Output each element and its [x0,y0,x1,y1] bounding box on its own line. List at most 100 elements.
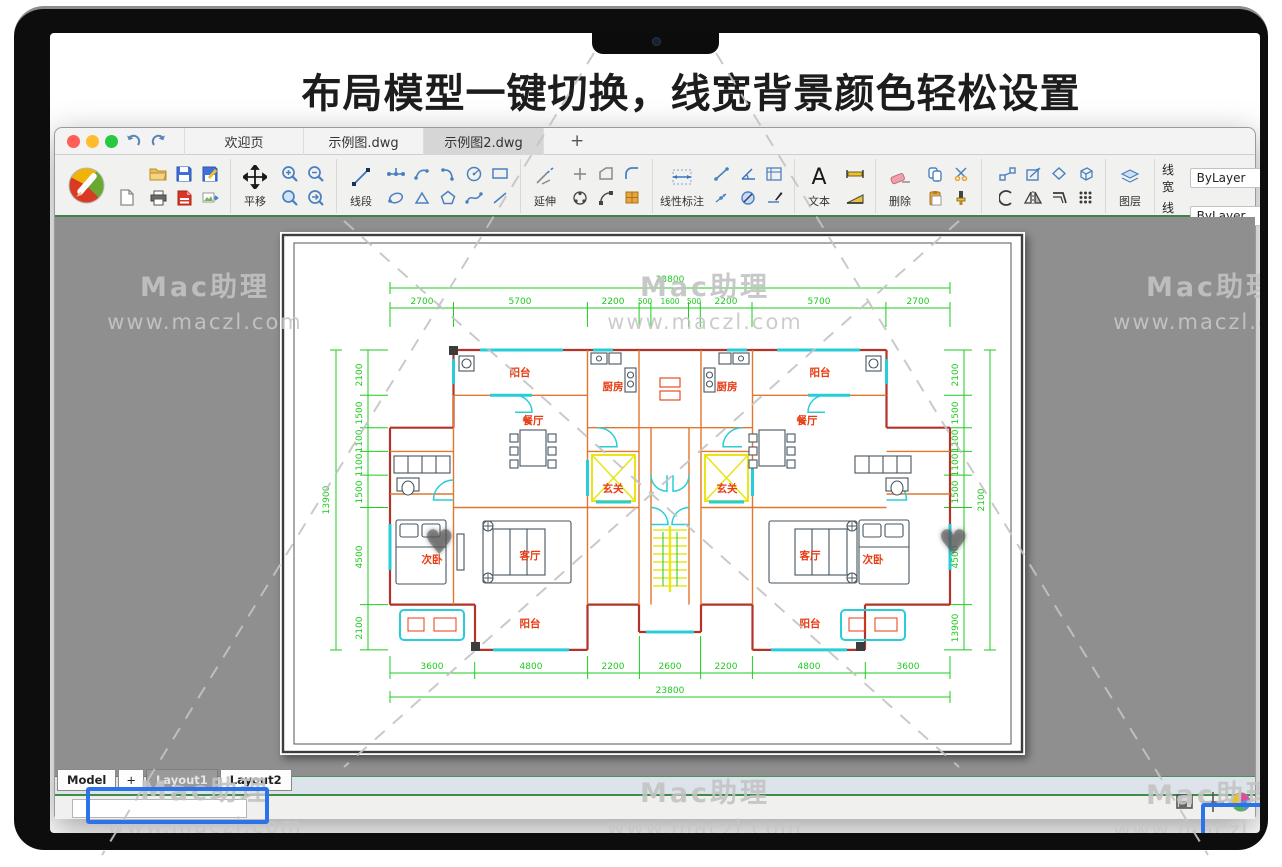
polyline-icon[interactable] [383,162,409,186]
svg-text:次卧: 次卧 [863,553,884,566]
print-icon[interactable] [145,186,171,210]
tab-drawing-1[interactable]: 示例图.dwg [304,128,424,155]
cut-icon[interactable] [948,162,974,186]
diameter-dim-icon[interactable] [735,186,761,210]
doors [434,395,907,524]
polyline-edit-icon[interactable] [994,186,1020,210]
command-input[interactable] [72,799,247,818]
viewport-icon[interactable] [1175,793,1195,811]
zoom-window-icon[interactable] [277,186,303,210]
linear-dim-tool[interactable]: 线性标注 [660,162,704,209]
join-icon[interactable] [994,162,1020,186]
add-layout-button[interactable]: + [118,769,144,791]
new-file-icon[interactable] [114,186,140,210]
linewidth-dropdown[interactable]: ByLayer ▼ [1190,168,1260,188]
chamfer-icon[interactable] [593,162,619,186]
svg-text:1100: 1100 [355,429,365,452]
box-3d-icon[interactable] [1072,162,1098,186]
undo-icon[interactable] [122,131,144,151]
line-style-group: 线宽 ByLayer ▼ 线型 ByLayer ▼ [1155,159,1260,213]
offset-icon[interactable] [1046,186,1072,210]
svg-text:客厅: 客厅 [799,549,821,562]
trim-icon[interactable] [567,162,593,186]
svg-text:1500: 1500 [355,401,365,424]
export-pdf-icon[interactable] [171,186,197,210]
zoom-in-icon[interactable] [277,162,303,186]
text-label: 文本 [808,193,830,209]
linear-dim-icon [669,162,695,192]
angular-dim-icon[interactable] [735,162,761,186]
color-wheel-icon[interactable] [1231,792,1251,812]
copy-icon[interactable] [922,162,948,186]
svg-text:1100: 1100 [951,429,961,452]
drawing-canvas[interactable]: 23800 2700 5700 2200 500 1600 500 2200 5… [55,217,1255,776]
polar-array-icon[interactable] [567,186,593,210]
text-icon: A [811,162,826,192]
arc-3pt-icon[interactable] [409,162,435,186]
array-dots-icon[interactable] [1072,186,1098,210]
spline-icon[interactable] [461,186,487,210]
polygon-icon[interactable] [435,186,461,210]
new-tab-button[interactable]: + [570,131,584,151]
line-tool[interactable]: 线段 [344,162,378,209]
close-button[interactable] [67,135,80,148]
extend-icon [534,162,556,192]
extend-tool[interactable]: 延伸 [528,162,562,209]
circle-icon[interactable] [461,162,487,186]
horizontal-ruler-icon[interactable] [842,162,868,186]
page-title: 布局模型一键切换，线宽背景颜色轻松设置 [50,61,1260,119]
delete-tool[interactable]: 删除 [883,162,917,209]
svg-text:1500: 1500 [951,401,961,424]
path-array-icon[interactable] [593,186,619,210]
maximize-button[interactable] [105,135,118,148]
save-as-icon[interactable] [197,162,223,186]
rotate-icon[interactable] [1046,162,1072,186]
save-icon[interactable] [171,162,197,186]
svg-text:玄关: 玄关 [603,482,624,495]
open-file-icon[interactable] [145,162,171,186]
layout-tab-layout1[interactable]: Layout1 [146,769,218,791]
svg-text:玄关: 玄关 [717,482,738,495]
baseline-dim-icon[interactable] [761,162,787,186]
ray-icon[interactable] [487,186,513,210]
mirror-icon[interactable] [1020,186,1046,210]
svg-text:1100: 1100 [355,453,365,476]
crosshair-icon[interactable] [1202,792,1224,812]
fillet-icon[interactable] [619,162,645,186]
svg-text:2200: 2200 [602,662,625,672]
modify-group [982,159,1106,213]
export-image-icon[interactable] [197,186,223,210]
text-tool[interactable]: A 文本 [802,162,836,209]
rectangle-icon[interactable] [487,162,513,186]
scale-icon[interactable] [1020,162,1046,186]
pan-tool[interactable]: 平移 [238,162,272,209]
redo-icon[interactable] [148,131,170,151]
draw-group: 线段 [337,159,521,213]
paste-icon[interactable] [922,186,948,210]
tab-welcome[interactable]: 欢迎页 [184,128,304,155]
drawing-paper: 23800 2700 5700 2200 500 1600 500 2200 5… [280,232,1025,755]
layout-tab-layout2[interactable]: Layout2 [220,769,292,791]
tab-drawing-2[interactable]: 示例图2.dwg [424,128,544,155]
quick-dim-icon[interactable] [761,186,787,210]
layer-tool[interactable]: 图层 [1113,162,1147,209]
layout-tab-model[interactable]: Model [57,769,116,791]
tab-label: 示例图.dwg [328,132,398,151]
zoom-extents-icon[interactable] [303,186,329,210]
aligned-dim-icon[interactable] [709,162,735,186]
ellipse-icon[interactable] [383,186,409,210]
svg-text:5700: 5700 [808,297,831,307]
slope-ruler-icon[interactable] [842,186,868,210]
triangle-icon[interactable] [409,186,435,210]
camera-icon [652,37,661,46]
radius-dim-icon[interactable] [709,186,735,210]
arc-icon[interactable] [435,162,461,186]
zoom-out-icon[interactable] [303,162,329,186]
rect-array-icon[interactable] [619,186,645,210]
room-labels: 阳台 阳台 厨房 厨房 餐厅 餐厅 玄关 玄关 客厅 客厅 次卧 次卧 [422,366,884,630]
status-bar [55,794,1255,819]
extend-label: 延伸 [534,193,556,209]
format-brush-icon[interactable] [948,186,974,210]
line-label: 线段 [350,193,372,209]
minimize-button[interactable] [86,135,99,148]
